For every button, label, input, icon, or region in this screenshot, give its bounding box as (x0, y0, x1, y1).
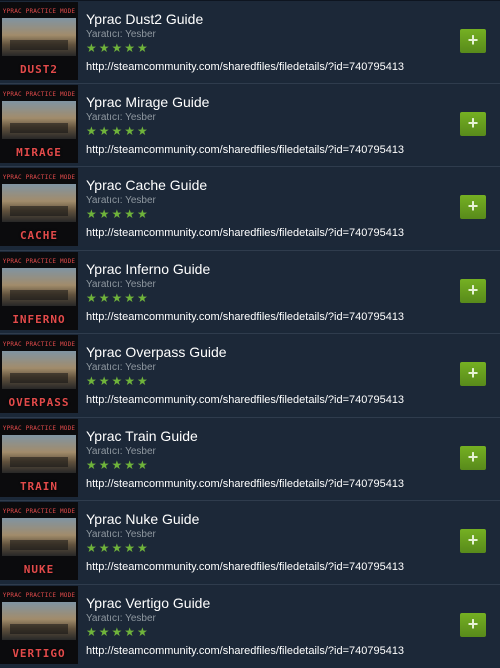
item-url[interactable]: http://steamcommunity.com/sharedfiles/fi… (86, 394, 404, 406)
plus-icon: + (467, 363, 479, 383)
add-button[interactable]: + (460, 362, 486, 386)
add-button[interactable]: + (460, 279, 486, 303)
rating-stars: ★★★★★ (86, 625, 150, 639)
thumbnail-tag: YPRAC PRACTICE MODE (2, 258, 76, 265)
thumbnail-map-label: NUKE (23, 563, 55, 576)
item-url[interactable]: http://steamcommunity.com/sharedfiles/fi… (86, 61, 404, 73)
item-thumbnail[interactable]: YPRAC PRACTICE MODE TRAIN (0, 419, 78, 497)
thumbnail-tag: YPRAC PRACTICE MODE (2, 174, 76, 181)
add-button[interactable]: + (460, 29, 486, 53)
thumbnail-scene (2, 268, 76, 306)
item-url[interactable]: http://steamcommunity.com/sharedfiles/fi… (86, 478, 404, 490)
item-title[interactable]: Yprac Vertigo Guide (86, 595, 210, 611)
item-title[interactable]: Yprac Overpass Guide (86, 344, 227, 360)
thumbnail-tag: YPRAC PRACTICE MODE (2, 341, 76, 348)
add-button[interactable]: + (460, 446, 486, 470)
item-thumbnail[interactable]: YPRAC PRACTICE MODE INFERNO (0, 252, 78, 330)
thumbnail-tag: YPRAC PRACTICE MODE (2, 425, 76, 432)
plus-icon: + (467, 196, 479, 216)
list-item: YPRAC PRACTICE MODE NUKE Yprac Nuke Guide… (0, 500, 500, 581)
item-thumbnail[interactable]: YPRAC PRACTICE MODE MIRAGE (0, 85, 78, 163)
thumbnail-scene (2, 602, 76, 640)
item-title[interactable]: Yprac Nuke Guide (86, 511, 199, 527)
item-thumbnail[interactable]: YPRAC PRACTICE MODE VERTIGO (0, 586, 78, 664)
thumbnail-map-label: CACHE (19, 229, 59, 242)
thumbnail-map-label: INFERNO (12, 313, 66, 326)
add-button[interactable]: + (460, 613, 486, 637)
item-title[interactable]: Yprac Cache Guide (86, 177, 207, 193)
add-button[interactable]: + (460, 529, 486, 553)
thumbnail-scene (2, 518, 76, 556)
list-item: YPRAC PRACTICE MODE TRAIN Yprac Train Gui… (0, 417, 500, 498)
add-button[interactable]: + (460, 112, 486, 136)
rating-stars: ★★★★★ (86, 124, 150, 138)
item-creator: Yaratıcı: Yesber (86, 613, 156, 624)
rating-stars: ★★★★★ (86, 374, 150, 388)
rating-stars: ★★★★★ (86, 207, 150, 221)
item-thumbnail[interactable]: YPRAC PRACTICE MODE OVERPASS (0, 335, 78, 413)
thumbnail-map-label: VERTIGO (12, 647, 66, 660)
item-url[interactable]: http://steamcommunity.com/sharedfiles/fi… (86, 561, 404, 573)
thumbnail-map-label: MIRAGE (16, 146, 62, 159)
workshop-item-list: YPRAC PRACTICE MODE DUST2 Yprac Dust2 Gui… (0, 0, 500, 668)
thumbnail-map-label: DUST2 (19, 63, 59, 76)
plus-icon: + (467, 614, 479, 634)
rating-stars: ★★★★★ (86, 291, 150, 305)
list-item: YPRAC PRACTICE MODE INFERNO Yprac Inferno… (0, 250, 500, 331)
list-item: YPRAC PRACTICE MODE VERTIGO Yprac Vertigo… (0, 584, 500, 665)
plus-icon: + (467, 30, 479, 50)
item-title[interactable]: Yprac Train Guide (86, 428, 198, 444)
item-creator: Yaratıcı: Yesber (86, 529, 156, 540)
thumbnail-scene (2, 101, 76, 139)
item-title[interactable]: Yprac Dust2 Guide (86, 11, 203, 27)
thumbnail-map-label: TRAIN (19, 480, 59, 493)
thumbnail-tag: YPRAC PRACTICE MODE (2, 91, 76, 98)
thumbnail-scene (2, 351, 76, 389)
list-item: YPRAC PRACTICE MODE CACHE Yprac Cache Gui… (0, 166, 500, 247)
plus-icon: + (467, 113, 479, 133)
rating-stars: ★★★★★ (86, 541, 150, 555)
thumbnail-scene (2, 184, 76, 222)
item-url[interactable]: http://steamcommunity.com/sharedfiles/fi… (86, 144, 404, 156)
thumbnail-scene (2, 435, 76, 473)
item-url[interactable]: http://steamcommunity.com/sharedfiles/fi… (86, 311, 404, 323)
thumbnail-tag: YPRAC PRACTICE MODE (2, 508, 76, 515)
item-creator: Yaratıcı: Yesber (86, 446, 156, 457)
add-button[interactable]: + (460, 195, 486, 219)
item-thumbnail[interactable]: YPRAC PRACTICE MODE NUKE (0, 502, 78, 580)
item-title[interactable]: Yprac Inferno Guide (86, 261, 210, 277)
item-thumbnail[interactable]: YPRAC PRACTICE MODE CACHE (0, 168, 78, 246)
thumbnail-scene (2, 18, 76, 56)
list-item: YPRAC PRACTICE MODE DUST2 Yprac Dust2 Gui… (0, 0, 500, 81)
item-creator: Yaratıcı: Yesber (86, 279, 156, 290)
plus-icon: + (467, 530, 479, 550)
item-creator: Yaratıcı: Yesber (86, 195, 156, 206)
plus-icon: + (467, 447, 479, 467)
item-thumbnail[interactable]: YPRAC PRACTICE MODE DUST2 (0, 2, 78, 80)
item-creator: Yaratıcı: Yesber (86, 362, 156, 373)
rating-stars: ★★★★★ (86, 41, 150, 55)
list-item: YPRAC PRACTICE MODE OVERPASS Yprac Overpa… (0, 333, 500, 414)
item-url[interactable]: http://steamcommunity.com/sharedfiles/fi… (86, 645, 404, 657)
plus-icon: + (467, 280, 479, 300)
item-url[interactable]: http://steamcommunity.com/sharedfiles/fi… (86, 227, 404, 239)
item-creator: Yaratıcı: Yesber (86, 29, 156, 40)
item-title[interactable]: Yprac Mirage Guide (86, 94, 209, 110)
list-item: YPRAC PRACTICE MODE MIRAGE Yprac Mirage G… (0, 83, 500, 164)
thumbnail-tag: YPRAC PRACTICE MODE (2, 8, 76, 15)
thumbnail-tag: YPRAC PRACTICE MODE (2, 592, 76, 599)
thumbnail-map-label: OVERPASS (8, 396, 70, 409)
item-creator: Yaratıcı: Yesber (86, 112, 156, 123)
rating-stars: ★★★★★ (86, 458, 150, 472)
